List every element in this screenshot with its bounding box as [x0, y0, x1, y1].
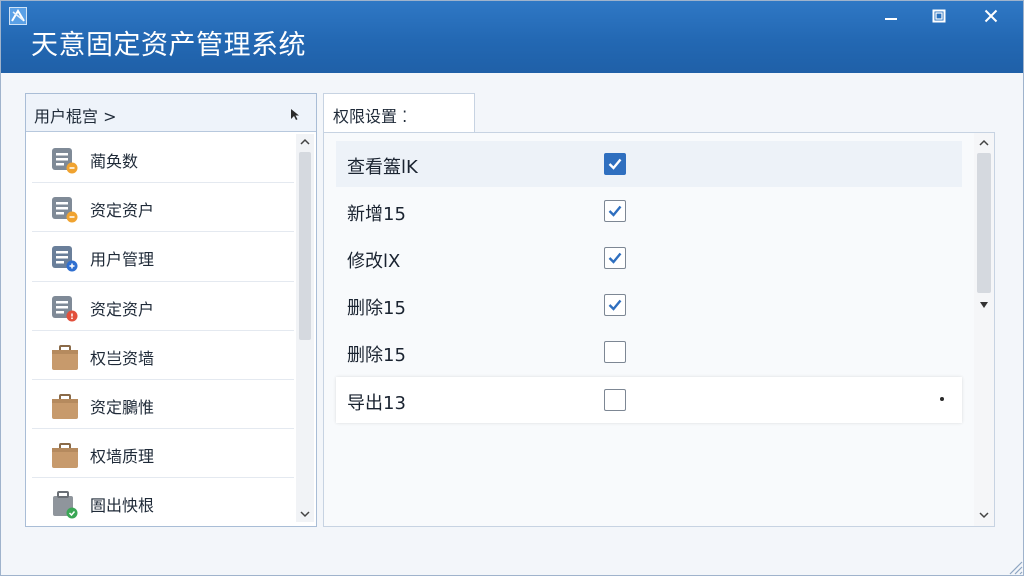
permission-row[interactable]: 删除15 [336, 282, 962, 328]
permissions-panel: 查看篕lK 新增15 修改lX 删除15 删除15 导出13 [323, 132, 995, 527]
permission-label: 新增15 [347, 204, 406, 225]
sidebar-item[interactable]: 资定资户 [32, 282, 294, 331]
sidebar-item-label: 资定资户 [90, 201, 155, 221]
permission-checkbox[interactable] [604, 341, 626, 363]
app-logo-icon [9, 7, 27, 25]
document-icon [48, 144, 80, 176]
permission-label: 删除15 [347, 298, 406, 319]
permission-row[interactable]: 新增15 [336, 188, 962, 234]
minimize-button[interactable] [877, 5, 905, 27]
check-icon [608, 299, 622, 311]
briefcase-icon [48, 439, 80, 471]
sidebar-item-label: 圄出怏根 [90, 496, 155, 516]
bag-icon [48, 488, 80, 520]
scroll-down-button[interactable] [974, 507, 994, 523]
chevron-up-icon [979, 139, 989, 146]
tab-permissions[interactable]: 权限设置 ⁚ [323, 93, 475, 133]
tab-label: 权限设置 ⁚ [333, 107, 408, 126]
permission-row[interactable]: 修改lX [336, 235, 962, 281]
app-title: 天意固定资产管理系统 [31, 30, 306, 61]
briefcase-icon [48, 341, 80, 373]
chevron-down-icon [300, 511, 310, 518]
caret-down-icon [980, 302, 988, 308]
check-icon [608, 252, 622, 264]
app-window: 天意固定资产管理系统 用户棍宫 > 蔺奂数 资定资户 用户管理 资定资户 权岂资… [0, 0, 1024, 576]
permission-label: 修改lX [347, 251, 401, 272]
permission-label: 删除15 [347, 345, 406, 366]
resize-grip-icon[interactable] [1005, 557, 1023, 575]
close-icon [984, 9, 998, 23]
scroll-down-button[interactable] [296, 506, 314, 522]
sidebar-item[interactable]: 权墙质理 [32, 429, 294, 479]
sidebar-item-label: 资定鵩惟 [90, 397, 155, 417]
scroll-thumb[interactable] [299, 152, 311, 340]
maximize-icon [932, 9, 946, 23]
minimize-icon [885, 18, 897, 20]
document-icon [48, 242, 80, 274]
document-icon [48, 292, 80, 324]
permission-row[interactable]: 查看篕lK [336, 141, 962, 187]
close-button[interactable] [977, 5, 1005, 27]
sidebar-item[interactable]: 蔺奂数 [32, 134, 294, 184]
sidebar-header-label: 用户棍宫 > [34, 107, 117, 126]
chevron-up-icon [300, 138, 310, 145]
check-icon [608, 158, 622, 170]
cursor-icon [288, 106, 302, 120]
permission-label: 导出13 [347, 393, 406, 414]
maximize-button[interactable] [925, 5, 953, 27]
scroll-up-button[interactable] [974, 135, 994, 151]
sidebar-panel: 用户棍宫 > 蔺奂数 资定资户 用户管理 资定资户 权岂资墙 资定鵩惟 权墙质理… [25, 93, 317, 527]
scroll-up-button[interactable] [296, 134, 314, 150]
sidebar-list: 蔺奂数 资定资户 用户管理 资定资户 权岂资墙 资定鵩惟 权墙质理 圄出怏根 [32, 134, 294, 522]
row-marker [940, 397, 944, 401]
check-icon [608, 205, 622, 217]
sidebar-item-label: 蔺奂数 [90, 152, 139, 171]
permission-label: 查看篕lK [347, 157, 418, 178]
permission-checkbox[interactable] [604, 153, 626, 175]
sidebar-item[interactable]: 资定资户 [32, 183, 294, 233]
sidebar-item[interactable]: 圄出怏根 [32, 478, 294, 522]
sidebar-item-label: 资定资户 [90, 299, 155, 319]
sidebar-item[interactable]: 用户管理 [32, 232, 294, 282]
permission-row[interactable]: 导出13 [336, 377, 962, 423]
permission-checkbox[interactable] [604, 389, 626, 411]
scroll-thumb[interactable] [977, 153, 991, 293]
document-icon [48, 193, 80, 225]
sidebar-item[interactable]: 权岂资墙 [32, 331, 294, 380]
title-bar[interactable]: 天意固定资产管理系统 [1, 1, 1023, 73]
permission-checkbox[interactable] [604, 247, 626, 269]
briefcase-icon [48, 390, 80, 422]
sidebar-item[interactable]: 资定鵩惟 [32, 380, 294, 430]
sidebar-item-label: 权墙质理 [90, 447, 155, 467]
sidebar-item-label: 权岂资墙 [90, 348, 155, 368]
chevron-down-icon [979, 512, 989, 519]
permission-checkbox[interactable] [604, 200, 626, 222]
sidebar-item-label: 用户管理 [90, 250, 155, 270]
sidebar-scrollbar[interactable] [296, 134, 314, 522]
permissions-scrollbar[interactable] [974, 133, 994, 526]
permission-row[interactable]: 删除15 [336, 329, 962, 375]
scroll-down-arrow[interactable] [974, 297, 994, 313]
sidebar-header[interactable]: 用户棍宫 > [26, 94, 316, 132]
permission-checkbox[interactable] [604, 294, 626, 316]
